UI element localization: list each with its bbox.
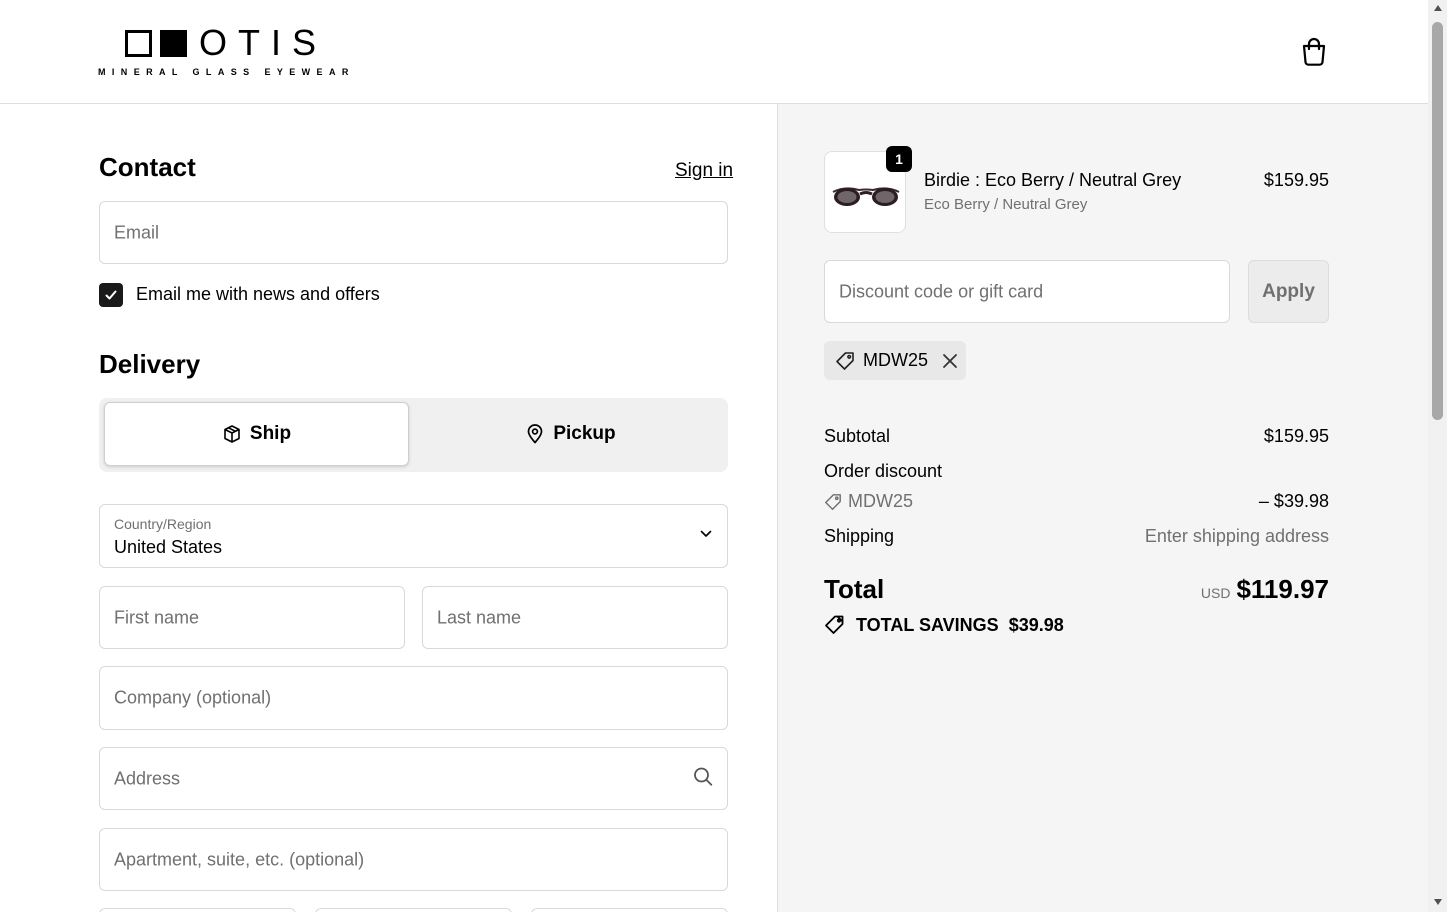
product-name: Birdie : Eco Berry / Neutral Grey [924, 170, 1182, 190]
scrollbar-thumb[interactable] [1432, 22, 1443, 420]
quantity-badge: 1 [886, 146, 912, 172]
scroll-up-arrow-icon[interactable] [1432, 4, 1443, 14]
newsletter-checkbox[interactable] [99, 283, 123, 307]
discount-code-input[interactable]: Discount code or gift card [824, 260, 1230, 323]
checkmark-icon [105, 290, 117, 300]
subtotal-value: $159.95 [1263, 426, 1329, 446]
savings-value: $39.98 [1008, 614, 1064, 635]
pickup-option[interactable]: Pickup [418, 402, 723, 466]
shopping-bag-icon[interactable] [1298, 35, 1330, 67]
email-field[interactable]: Email [99, 201, 728, 264]
discount-code-row: MDW25 [824, 491, 913, 512]
sign-in-link[interactable]: Sign in [675, 160, 733, 182]
applied-code-label: MDW25 [863, 350, 929, 370]
chevron-down-icon [699, 527, 713, 546]
remove-discount-icon[interactable] [942, 353, 958, 369]
apartment-placeholder: Apartment, suite, etc. (optional) [114, 849, 365, 869]
logo-mark: OTIS [125, 22, 328, 63]
address-field[interactable]: Address [99, 747, 728, 810]
page-scrollbar[interactable] [1428, 0, 1447, 912]
address-placeholder: Address [114, 768, 181, 788]
delivery-method-toggle: Ship Pickup [99, 398, 728, 472]
country-label: Country/Region [114, 516, 212, 532]
shipping-value: Enter shipping address [1144, 526, 1329, 546]
city-field[interactable] [99, 908, 296, 912]
first-name-placeholder: First name [114, 607, 200, 627]
logo-tagline: MINERAL GLASS EYEWEAR [98, 67, 355, 77]
apply-discount-button[interactable]: Apply [1248, 260, 1329, 323]
state-field[interactable] [315, 908, 512, 912]
first-name-field[interactable]: First name [99, 586, 405, 649]
logo-wordmark: OTIS [199, 22, 328, 63]
newsletter-label: Email me with news and offers [136, 284, 380, 304]
savings-tag-icon [825, 615, 844, 634]
applied-discount-chip: MDW25 [824, 341, 966, 380]
total-value: $119.97 [1236, 574, 1329, 604]
otis-logo[interactable]: OTIS MINERAL GLASS EYEWEAR [98, 24, 352, 78]
apartment-field[interactable]: Apartment, suite, etc. (optional) [99, 828, 728, 891]
scroll-down-arrow-icon[interactable] [1432, 898, 1443, 908]
order-discount-label: Order discount [824, 461, 943, 481]
contact-heading: Contact [99, 152, 196, 182]
box-icon [224, 425, 240, 443]
product-variant: Eco Berry / Neutral Grey [924, 196, 1088, 213]
ship-option[interactable]: Ship [104, 402, 409, 466]
discount-placeholder: Discount code or gift card [839, 281, 1044, 301]
zip-field[interactable] [531, 908, 728, 912]
search-icon[interactable] [693, 766, 713, 791]
last-name-placeholder: Last name [437, 607, 522, 627]
tag-icon [836, 351, 854, 370]
total-value-group: USD $119.97 [1100, 574, 1329, 605]
subtotal-label: Subtotal [824, 426, 891, 446]
site-header: OTIS MINERAL GLASS EYEWEAR [0, 0, 1428, 104]
last-name-field[interactable]: Last name [422, 586, 728, 649]
logo-square-outline [125, 29, 152, 57]
total-label: Total [824, 574, 885, 604]
savings-label: TOTAL SAVINGS [856, 614, 999, 635]
email-placeholder: Email [114, 222, 160, 242]
product-price: $159.95 [1263, 170, 1329, 190]
delivery-heading: Delivery [99, 349, 201, 379]
location-pin-icon [527, 424, 543, 444]
ship-option-label: Ship [249, 423, 292, 444]
country-value: United States [114, 537, 223, 557]
shipping-label: Shipping [824, 526, 895, 546]
discount-value: – $39.98 [1258, 491, 1329, 511]
company-placeholder: Company (optional) [114, 687, 272, 708]
pickup-option-label: Pickup [553, 423, 616, 444]
total-savings: TOTAL SAVINGS $39.98 [824, 614, 1064, 636]
company-field[interactable]: Company (optional) [99, 666, 728, 730]
country-select[interactable]: Country/Region United States [99, 504, 728, 568]
currency-code: USD [1200, 585, 1231, 601]
discount-code-label: MDW25 [848, 491, 914, 511]
tag-icon [825, 493, 841, 510]
logo-square-filled [160, 29, 187, 57]
